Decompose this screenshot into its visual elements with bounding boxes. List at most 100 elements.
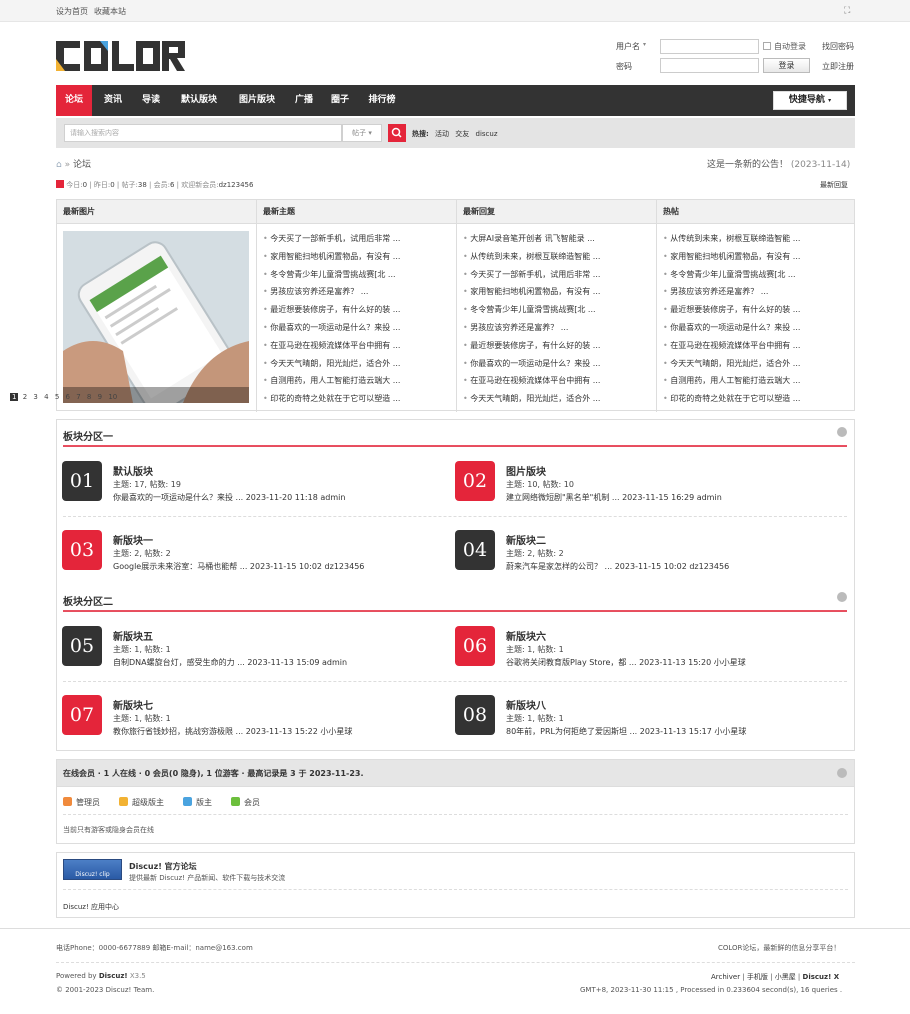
forum-last-post[interactable]: 蔚来汽车是家怎样的公司？ ... 2023-11-15 10:02 dz1234… [506, 561, 729, 572]
online-header[interactable]: 在线会员 · 1 人在线 · 0 会员(0 隐身), 1 位游客 · 最高记录是… [56, 759, 855, 787]
list-item[interactable]: 你最喜欢的一项运动是什么？来投 ... [263, 322, 423, 340]
list-item[interactable]: 冬令营青少年儿童滑雪挑战赛[北 ... [463, 304, 623, 322]
list-item[interactable]: 今天天气晴朗，阳光灿烂，适合外 ... [663, 358, 823, 376]
forum-number-badge[interactable]: 04 [455, 530, 495, 570]
list-item[interactable]: 最近想要装修房子，有什么好的装 ... [463, 340, 623, 358]
nav-item-groups[interactable]: 圈子 [326, 85, 354, 116]
link-title[interactable]: Discuz! 官方论坛 [129, 861, 197, 872]
forum-last-post[interactable]: 建立网络微短剧"黑名单"机制 ... 2023-11-15 16:29 admi… [506, 492, 722, 503]
forum-name[interactable]: 新版块五 [113, 628, 153, 643]
collapse-icon[interactable] [837, 592, 847, 602]
forum-number-badge[interactable]: 06 [455, 626, 495, 666]
hot-term[interactable]: 交友 [455, 130, 469, 138]
forum-last-post[interactable]: 80年前，PRL为何拒绝了爱因斯坦 ... 2023-11-13 15:17 小… [506, 726, 746, 737]
section-title[interactable]: 板块分区一 [63, 428, 113, 443]
list-item[interactable]: 男孩应该穷养还是富养？ ... [463, 322, 623, 340]
quick-nav-button[interactable]: 快捷导航 ▾ [773, 91, 847, 110]
list-item[interactable]: 今天买了一部新手机，试用后非常 ... [463, 269, 623, 287]
forum-number-badge[interactable]: 08 [455, 695, 495, 735]
pager-item[interactable]: 3 [31, 393, 39, 401]
list-item[interactable]: 冬令营青少年儿童滑雪挑战赛[北 ... [263, 269, 423, 287]
app-center-link[interactable]: Discuz! 应用中心 [63, 902, 119, 912]
list-item[interactable]: 男孩应该穷养还是富养？ ... [663, 286, 823, 304]
list-item[interactable]: 在亚马逊在视频流媒体平台中拥有 ... [263, 340, 423, 358]
forum-last-post[interactable]: Google展示未来浴室：马桶也能帮 ... 2023-11-15 10:02 … [113, 561, 364, 572]
list-item[interactable]: 自测用药，用人工智能打造云端大 ... [663, 375, 823, 393]
list-item[interactable]: 今天天气晴朗，阳光灿烂，适合外 ... [463, 393, 623, 411]
forum-last-post[interactable]: 谷歌将关闭教育版Play Store，都 ... 2023-11-13 15:2… [506, 657, 746, 668]
nav-item-broadcast[interactable]: 广播 [290, 85, 318, 116]
forum-last-post[interactable]: 自制DNA螺旋台灯，感受生命的力 ... 2023-11-13 15:09 ad… [113, 657, 347, 668]
auto-login-checkbox[interactable] [763, 42, 771, 50]
announcement[interactable]: 这是一条新的公告！ (2023-11-14) [707, 157, 850, 170]
collapse-icon[interactable] [837, 768, 847, 778]
forum-name[interactable]: 新版块二 [506, 532, 546, 547]
list-item[interactable]: 今天买了一部新手机，试用后非常 ... [263, 233, 423, 251]
forum-number-badge[interactable]: 01 [62, 461, 102, 501]
nav-item-default-board[interactable]: 默认版块 [174, 85, 224, 116]
forum-number-badge[interactable]: 03 [62, 530, 102, 570]
site-logo[interactable] [56, 41, 186, 71]
list-item[interactable]: 印花的奇特之处就在于它可以塑造 ... [263, 393, 423, 411]
forgot-password-link[interactable]: 找回密码 [822, 41, 854, 52]
nav-item-ranking[interactable]: 排行榜 [362, 85, 402, 116]
list-item[interactable]: 最近想要装修房子，有什么好的装 ... [263, 304, 423, 322]
pager-item[interactable]: 9 [96, 393, 104, 401]
search-input[interactable]: 请输入搜索内容 [64, 124, 342, 142]
list-item[interactable]: 家用智能扫地机闲置物品，有没有 ... [263, 251, 423, 269]
fullscreen-icon[interactable]: ⛶ [844, 6, 850, 16]
register-link[interactable]: 立即注册 [822, 61, 854, 72]
newest-member-link[interactable]: dz123456 [219, 181, 254, 189]
forum-name[interactable]: 新版块六 [506, 628, 546, 643]
pager-item[interactable]: 5 [53, 393, 61, 401]
collapse-icon[interactable] [837, 427, 847, 437]
nav-item-image-board[interactable]: 图片版块 [232, 85, 282, 116]
password-input[interactable] [660, 58, 759, 73]
archiver-link[interactable]: Archiver [711, 973, 740, 981]
username-type-chevron-icon[interactable]: ▾ [643, 41, 646, 48]
discuz-banner[interactable]: Discuz! clip [63, 859, 122, 880]
list-item[interactable]: 大屏AI录音笔开创者 讯飞智能录 ... [463, 233, 623, 251]
nav-item-news[interactable]: 资讯 [96, 85, 130, 116]
pager-item[interactable]: 7 [74, 393, 82, 401]
discuz-x-link[interactable]: Discuz! X [803, 973, 840, 981]
blacklist-link[interactable]: 小黑屋 [775, 973, 796, 981]
forum-number-badge[interactable]: 05 [62, 626, 102, 666]
login-button[interactable]: 登录 [763, 58, 810, 73]
section-title[interactable]: 板块分区二 [63, 593, 113, 608]
list-item[interactable]: 从传统到未来，树根互联缔造智能 ... [463, 251, 623, 269]
set-home-link[interactable]: 设为首页 [56, 6, 88, 17]
hot-term[interactable]: 活动 [435, 130, 449, 138]
list-item[interactable]: 在亚马逊在视频流媒体平台中拥有 ... [463, 375, 623, 393]
pager-item[interactable]: 10 [106, 393, 119, 401]
breadcrumb-current[interactable]: 论坛 [73, 160, 91, 170]
search-button[interactable] [388, 124, 406, 142]
forum-name[interactable]: 新版块八 [506, 697, 546, 712]
list-item[interactable]: 从传统到未来，树根互联缔造智能 ... [663, 233, 823, 251]
nav-item-forum[interactable]: 论坛 [56, 85, 92, 116]
forum-number-badge[interactable]: 02 [455, 461, 495, 501]
username-input[interactable] [660, 39, 759, 54]
favorite-link[interactable]: 收藏本站 [94, 6, 126, 17]
latest-reply-link[interactable]: 最新回复 [820, 180, 848, 190]
forum-name[interactable]: 新版块七 [113, 697, 153, 712]
pager-item[interactable]: 8 [85, 393, 93, 401]
list-item[interactable]: 今天天气晴朗，阳光灿烂，适合外 ... [263, 358, 423, 376]
list-item[interactable]: 印花的奇特之处就在于它可以塑造 ... [663, 393, 823, 411]
hot-term[interactable]: discuz [476, 130, 498, 138]
home-icon[interactable]: ⌂ [56, 160, 62, 170]
pager-item[interactable]: 6 [64, 393, 72, 401]
discuz-link[interactable]: Discuz! [99, 972, 128, 980]
forum-name[interactable]: 图片版块 [506, 463, 546, 478]
mobile-link[interactable]: 手机版 [747, 973, 768, 981]
pager-item[interactable]: 2 [21, 393, 29, 401]
list-item[interactable]: 你最喜欢的一项运动是什么？来投 ... [463, 358, 623, 376]
forum-last-post[interactable]: 你最喜欢的一项运动是什么？来投 ... 2023-11-20 11:18 adm… [113, 492, 345, 503]
list-item[interactable]: 家用智能扫地机闲置物品，有没有 ... [463, 286, 623, 304]
nav-item-guide[interactable]: 导读 [134, 85, 168, 116]
pager-item[interactable]: 4 [42, 393, 50, 401]
forum-name[interactable]: 新版块一 [113, 532, 153, 547]
list-item[interactable]: 自测用药，用人工智能打造云端大 ... [263, 375, 423, 393]
forum-name[interactable]: 默认版块 [113, 463, 153, 478]
list-item[interactable]: 家用智能扫地机闲置物品，有没有 ... [663, 251, 823, 269]
